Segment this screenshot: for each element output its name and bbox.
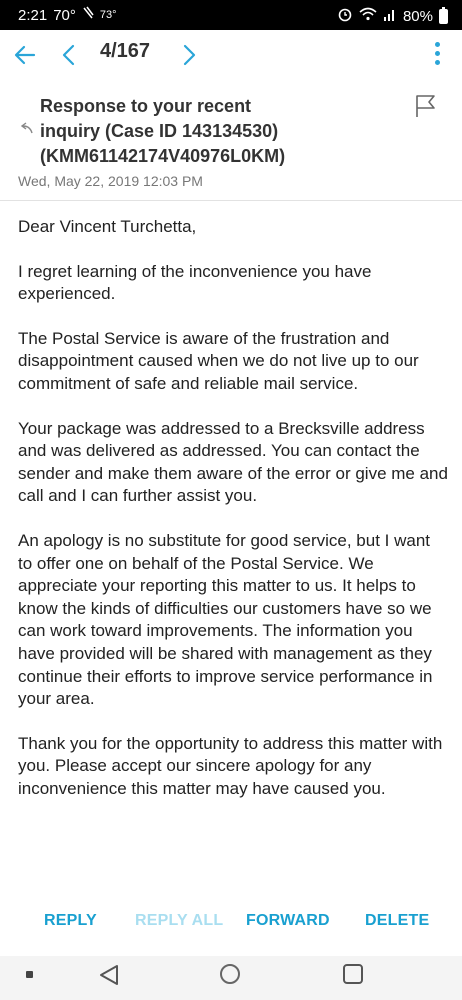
body-paragraph: I regret learning of the inconvenience y… — [18, 261, 372, 304]
subject-line: inquiry (Case ID 143134530) — [40, 121, 279, 141]
body-paragraph: The Postal Service is aware of the frust… — [18, 328, 419, 393]
body-paragraph: Thank you for the opportunity to address… — [18, 733, 443, 798]
flag-icon[interactable] — [414, 94, 438, 123]
status-time: 2:21 — [18, 6, 48, 24]
delete-button[interactable]: DELETE — [365, 912, 429, 930]
nav-home-icon[interactable] — [220, 964, 240, 984]
email-action-bar: REPLY REPLY ALL FORWARD DELETE — [0, 886, 462, 956]
email-counter: 4/167 — [100, 40, 151, 62]
app-bar: 4/167 — [0, 30, 462, 78]
reply-button[interactable]: REPLY — [44, 912, 97, 930]
forward-button[interactable]: FORWARD — [246, 912, 330, 930]
more-options-icon[interactable] — [435, 36, 440, 65]
battery-icon — [439, 6, 448, 24]
wifi-icon — [359, 7, 377, 25]
battery-percent: 80% — [402, 7, 433, 25]
alarm-icon — [337, 6, 353, 26]
divider — [0, 200, 462, 201]
previous-email-icon[interactable] — [60, 36, 78, 76]
nfc-icon — [82, 6, 94, 24]
replied-icon — [18, 120, 34, 141]
status-temperature-secondary: 73° — [99, 9, 117, 21]
reply-all-button[interactable]: REPLY ALL — [135, 912, 223, 930]
next-email-icon[interactable] — [180, 36, 198, 76]
email-body: Dear Vincent Turchetta, I regret learnin… — [18, 216, 448, 822]
system-nav-bar — [0, 956, 462, 1000]
email-subject: Response to your recent inquiry (Case ID… — [40, 94, 390, 169]
nav-recent-apps-icon[interactable] — [343, 964, 363, 984]
status-temperature: 70° — [53, 6, 76, 24]
body-paragraph: Dear Vincent Turchetta, — [18, 217, 197, 236]
recent-dot-icon — [26, 971, 33, 978]
signal-icon — [383, 7, 397, 25]
back-arrow-icon[interactable] — [12, 36, 38, 76]
status-bar: 2:21 70° 73° 80% — [0, 0, 462, 30]
subject-line: (KMM61142174V40976L0KM) — [40, 146, 286, 166]
body-paragraph: An apology is no substitute for good ser… — [18, 530, 433, 709]
email-date: Wed, May 22, 2019 12:03 PM — [18, 173, 203, 189]
subject-line: Response to your recent — [40, 96, 252, 116]
nav-back-icon[interactable] — [98, 963, 120, 992]
body-paragraph: Your package was addressed to a Brecksvi… — [18, 418, 448, 506]
